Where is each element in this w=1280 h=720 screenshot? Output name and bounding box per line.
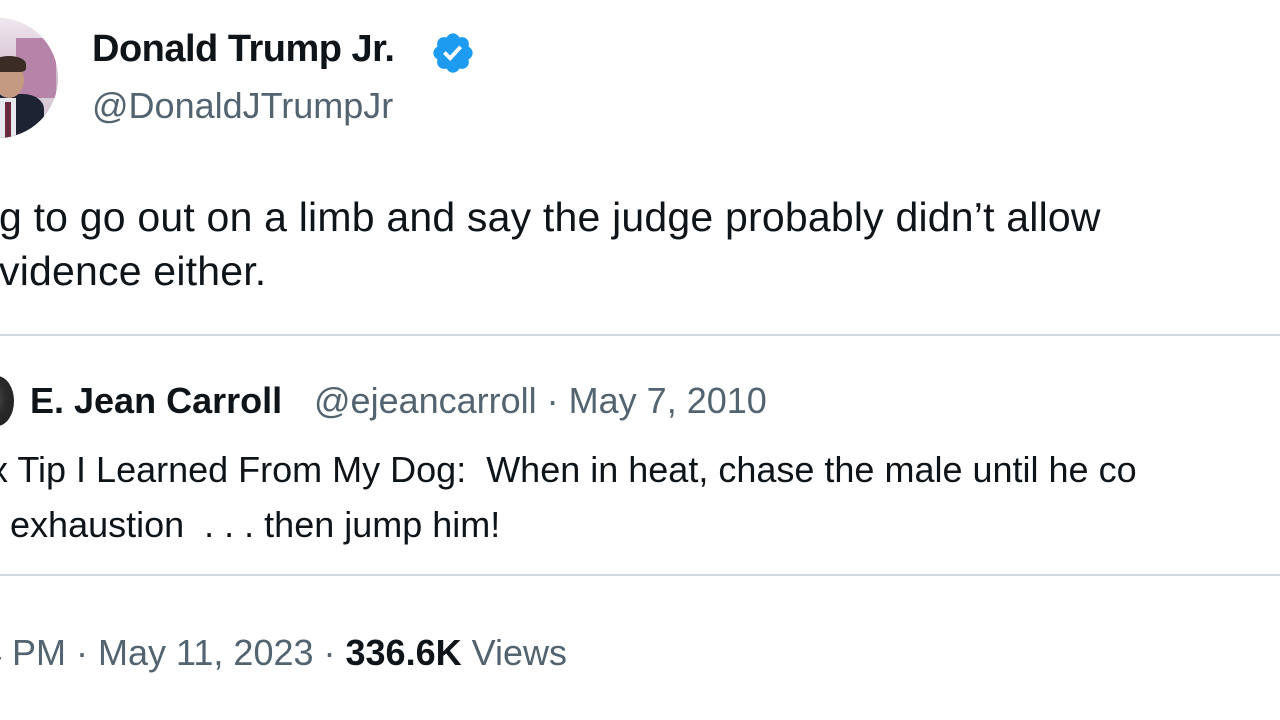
tweet-footer: 4 PM · May 11, 2023 · 336.6K Views — [0, 632, 567, 674]
quoted-text-line: th exhaustion . . . then jump him! — [0, 504, 501, 545]
footer-separator: · — [313, 632, 346, 673]
author-handle[interactable]: @DonaldJTrumpJr — [92, 85, 393, 127]
quoted-text-line: ex Tip I Learned From My Dog: When in he… — [0, 449, 1137, 490]
author-display-name[interactable]: Donald Trump Jr. — [92, 28, 395, 71]
views-label: Views — [471, 632, 568, 673]
quoted-tweet-meta: @ejeancarroll · May 7, 2010 — [314, 380, 767, 422]
meta-separator: · — [536, 380, 569, 421]
footer-separator: · — [66, 632, 99, 673]
views-spacer — [462, 632, 472, 673]
quoted-author-display-name[interactable]: E. Jean Carroll — [30, 380, 282, 422]
quoted-tweet-text: ex Tip I Learned From My Dog: When in he… — [0, 442, 1137, 552]
views-count: 336.6K — [345, 632, 462, 673]
avatar-tie — [5, 102, 11, 138]
tweet-text-line: ng to go out on a limb and say the judge… — [0, 194, 1101, 240]
quoted-tweet-date[interactable]: May 7, 2010 — [569, 380, 767, 421]
tweet-date[interactable]: May 11, 2023 — [98, 632, 313, 673]
tweet-text-line: evidence either. — [0, 248, 267, 294]
verified-badge-icon — [433, 33, 473, 73]
author-avatar[interactable] — [0, 18, 58, 138]
tweet-text: ng to go out on a limb and say the judge… — [0, 190, 1101, 298]
quoted-author-avatar[interactable] — [0, 376, 14, 426]
tweet-time[interactable]: 4 PM — [0, 632, 66, 673]
avatar-hair — [0, 56, 26, 72]
quoted-author-handle[interactable]: @ejeancarroll — [314, 380, 537, 421]
quoted-tweet-card[interactable]: E. Jean Carroll @ejeancarroll · May 7, 2… — [0, 334, 1280, 576]
